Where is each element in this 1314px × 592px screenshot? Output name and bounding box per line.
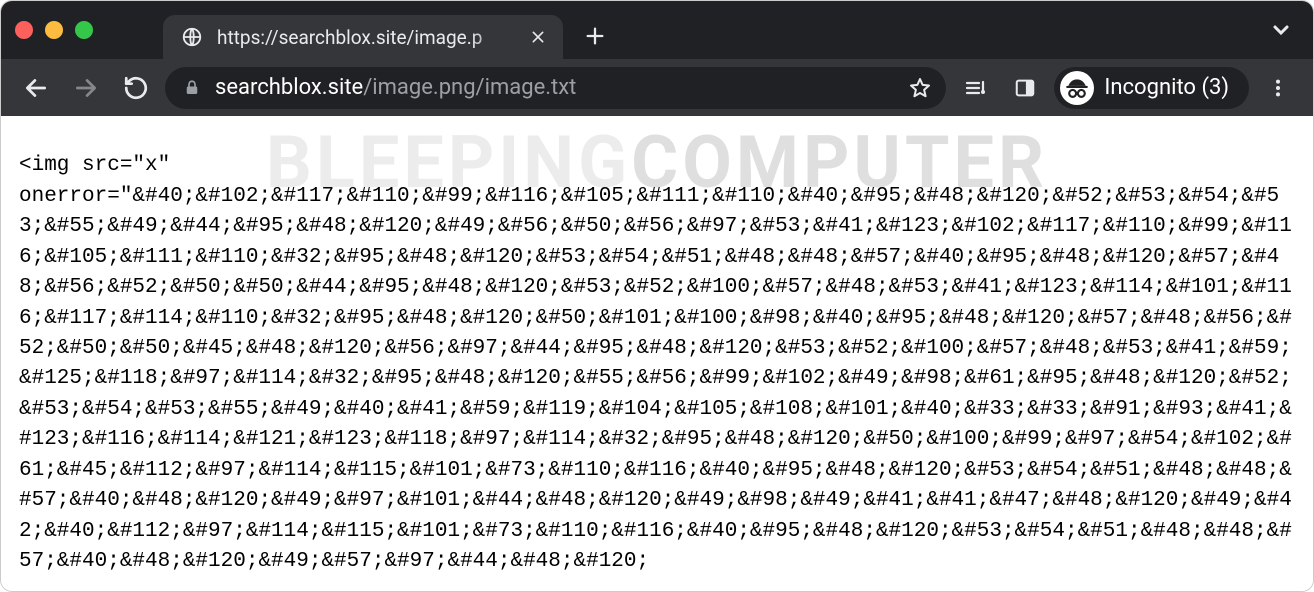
raw-page-text[interactable]: <img src="x" onerror="&#40;&#102;&#117;&… <box>1 137 1313 591</box>
globe-icon <box>181 26 203 48</box>
menu-button[interactable] <box>1257 67 1299 109</box>
back-button[interactable] <box>15 67 57 109</box>
url-text: searchblox.site/image.png/image.txt <box>215 75 894 100</box>
new-tab-button[interactable] <box>577 18 613 54</box>
incognito-label: Incognito (3) <box>1104 75 1229 100</box>
bookmark-star-icon[interactable] <box>908 76 932 100</box>
window-zoom-button[interactable] <box>75 21 93 39</box>
tab-strip: https://searchblox.site/image.p <box>1 1 1313 59</box>
address-bar[interactable]: searchblox.site/image.png/image.txt <box>165 67 946 109</box>
tab-search-button[interactable] <box>1269 18 1293 42</box>
url-path: /image.png/image.txt <box>363 75 576 100</box>
tab-title: https://searchblox.site/image.p <box>217 26 515 49</box>
toolbar: searchblox.site/image.png/image.txt <box>1 59 1313 116</box>
reload-button[interactable] <box>115 67 157 109</box>
tab-close-button[interactable] <box>529 28 547 46</box>
browser-tab[interactable]: https://searchblox.site/image.p <box>163 15 563 59</box>
media-control-button[interactable] <box>954 67 996 109</box>
incognito-indicator[interactable]: Incognito (3) <box>1054 67 1249 109</box>
window-controls <box>15 21 93 39</box>
side-panel-button[interactable] <box>1004 67 1046 109</box>
url-host: searchblox.site <box>215 75 363 100</box>
window-close-button[interactable] <box>15 21 33 39</box>
forward-button[interactable] <box>65 67 107 109</box>
page-viewport: BLEEPINGCOMPUTER <img src="x" onerror="&… <box>1 116 1313 591</box>
lock-icon <box>183 79 201 97</box>
incognito-icon <box>1060 71 1094 105</box>
window-minimize-button[interactable] <box>45 21 63 39</box>
browser-window: https://searchblox.site/image.p <box>0 0 1314 592</box>
